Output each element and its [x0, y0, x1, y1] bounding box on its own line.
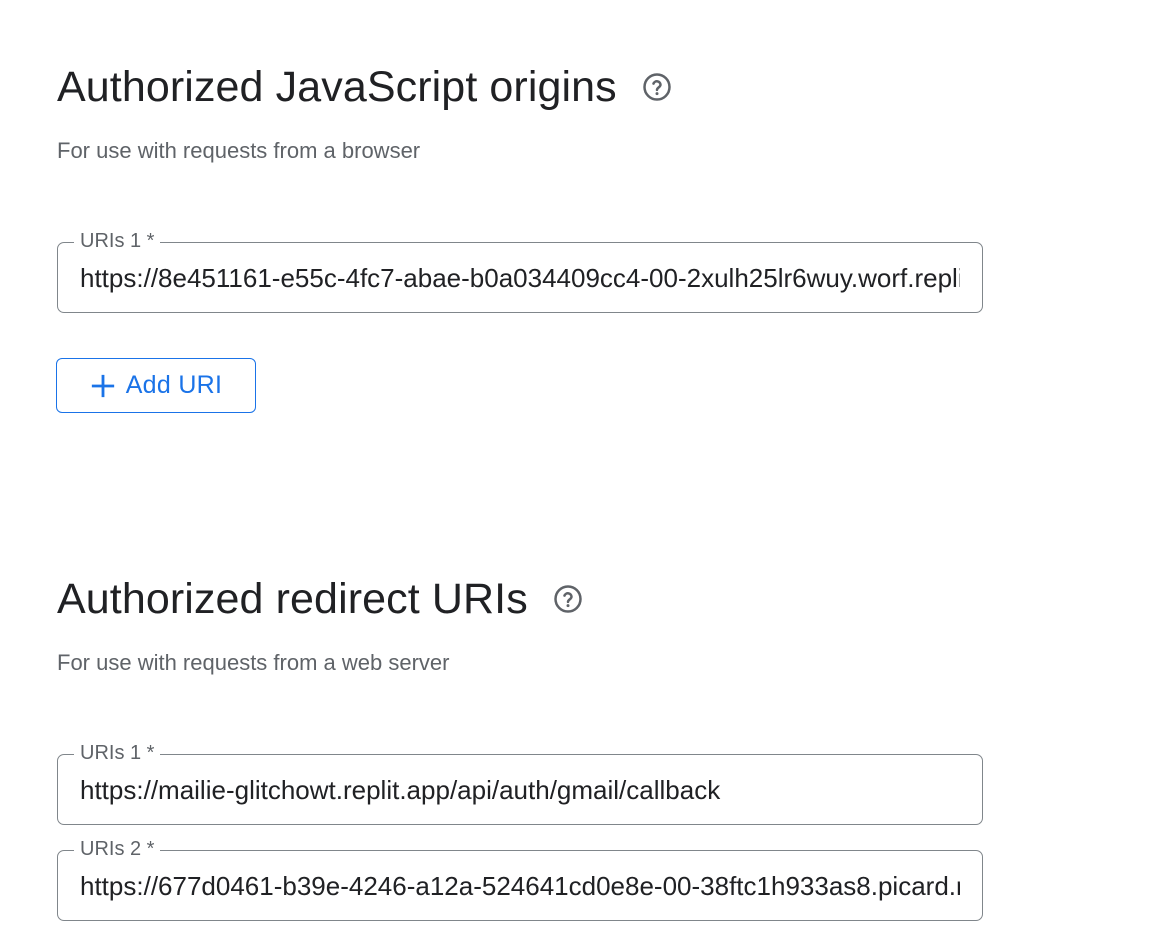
js-origins-title: Authorized JavaScript origins: [57, 62, 617, 111]
redirect-uris-subtitle: For use with requests from a web server: [57, 650, 450, 675]
js-origins-subtitle: For use with requests from a browser: [57, 138, 421, 163]
redirect-uris-title: Authorized redirect URIs: [57, 574, 528, 623]
help-circle-icon[interactable]: [552, 583, 584, 615]
redirect-uris-section: Authorized redirect URIs For use with re…: [57, 572, 584, 676]
plus-icon: [90, 373, 116, 399]
redirect-uri-2-input[interactable]: [80, 869, 960, 903]
redirect-uri-2-field[interactable]: URIs 2 *: [57, 837, 983, 921]
js-origins-header: Authorized JavaScript origins: [57, 60, 673, 114]
add-uri-button[interactable]: Add URI: [56, 358, 256, 413]
redirect-uris-header: Authorized redirect URIs: [57, 572, 584, 626]
redirect-uri-1-field[interactable]: URIs 1 *: [57, 741, 983, 825]
js-origin-uri-1-input[interactable]: [80, 261, 960, 295]
js-origin-uri-1-field[interactable]: URIs 1 *: [57, 229, 983, 313]
add-uri-label: Add URI: [125, 371, 223, 399]
js-origin-uri-1-label: URIs 1 *: [74, 229, 161, 253]
help-circle-icon[interactable]: [641, 71, 673, 103]
js-origins-section: Authorized JavaScript origins For use wi…: [57, 60, 673, 164]
redirect-uri-1-input[interactable]: [80, 773, 960, 807]
redirect-uri-2-label: URIs 2 *: [74, 837, 161, 861]
redirect-uri-1-label: URIs 1 *: [74, 741, 161, 765]
